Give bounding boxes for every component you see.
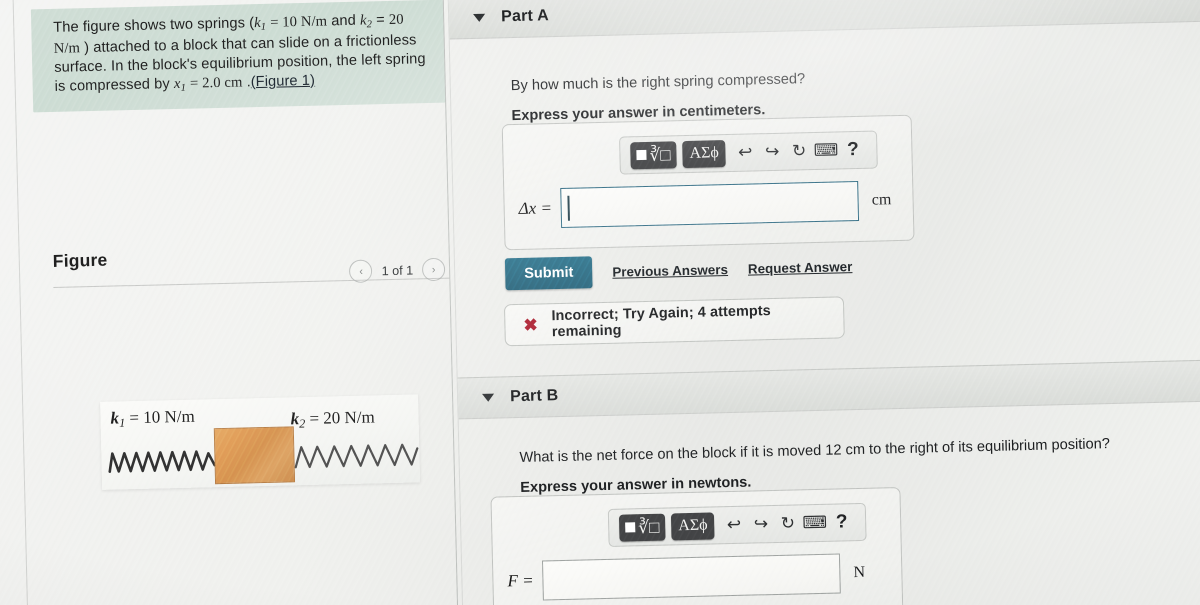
k1-label: k1 = 10 N/m — [110, 406, 195, 430]
problem-statement-text: The figure shows two springs (k1 = 10 N/… — [53, 11, 426, 95]
part-b-math-toolbar: ∛□ ΑΣϕ ↩ ↪ ↻ ⌨ ? — [607, 502, 867, 547]
part-b-header[interactable]: Part B — [457, 359, 1200, 420]
figure-count-label: 1 of 1 — [381, 262, 414, 278]
feedback-message: Incorrect; Try Again; 4 attempts remaini… — [551, 303, 771, 341]
k2-label: k2 = 20 N/m — [290, 407, 375, 431]
chevron-down-icon[interactable] — [473, 13, 486, 22]
part-b-answer-input[interactable] — [542, 553, 841, 601]
figure-header: Figure ‹ 1 of 1 › — [37, 242, 450, 296]
figure-title: Figure — [52, 249, 108, 271]
greek-symbols-button-b[interactable]: ΑΣϕ — [671, 511, 715, 540]
figure-divider — [53, 277, 450, 288]
square-glyph-icon-b — [625, 522, 636, 533]
figure-1-link[interactable]: (Figure 1) — [251, 72, 316, 90]
left-edge-divider — [12, 0, 29, 605]
left-spring-icon — [108, 450, 216, 473]
part-a-header[interactable]: Part A — [448, 0, 1200, 40]
right-spring-icon — [294, 443, 419, 469]
redo-icon[interactable]: ↪ — [758, 138, 786, 166]
help-icon[interactable]: ? — [839, 136, 867, 164]
problem-statement: The figure shows two springs (k1 = 10 N/… — [30, 0, 446, 113]
part-a-question: By how much is the right spring compress… — [510, 71, 806, 95]
template-builder-button-b[interactable]: ∛□ — [618, 513, 666, 542]
nth-root-icon: ∛□ — [649, 144, 671, 165]
square-glyph-icon — [636, 149, 647, 161]
part-b-title: Part B — [509, 387, 559, 406]
request-answer-link[interactable]: Request Answer — [748, 259, 853, 276]
undo-icon[interactable]: ↩ — [732, 139, 760, 167]
part-b-unit-label: N — [853, 563, 866, 582]
part-a-unit-label: cm — [871, 191, 892, 209]
right-panel: Part A By how much is the right spring c… — [448, 0, 1200, 605]
undo-icon-b[interactable]: ↩ — [720, 511, 748, 539]
part-a-answer-card: ∛□ ΑΣϕ ↩ ↪ ↻ ⌨ ? Δx = cm — [501, 114, 915, 251]
part-b-question: What is the net force on the block if it… — [519, 436, 1111, 467]
previous-answers-link[interactable]: Previous Answers — [612, 262, 728, 280]
part-a-math-toolbar: ∛□ ΑΣϕ ↩ ↪ ↻ ⌨ ? — [619, 130, 878, 175]
greek-symbols-button[interactable]: ΑΣϕ — [682, 139, 727, 168]
x-mark-icon: ✖ — [523, 315, 538, 335]
left-panel: The figure shows two springs (k1 = 10 N/… — [12, 0, 458, 605]
chevron-down-icon-b[interactable] — [482, 393, 495, 402]
spring-figure: k1 = 10 N/m k2 = 20 N/m — [100, 394, 421, 490]
keyboard-icon-b[interactable]: ⌨ — [801, 509, 829, 537]
help-icon-b[interactable]: ? — [828, 509, 856, 537]
part-a-title: Part A — [500, 7, 550, 26]
part-a-variable-label: Δx = — [518, 198, 553, 218]
part-a-actions: Submit Previous Answers Request Answer — [504, 250, 853, 291]
text-cursor — [567, 195, 570, 221]
part-b-answer-card: ∛□ ΑΣϕ ↩ ↪ ↻ ⌨ ? F = N — [490, 487, 904, 605]
part-b-answer-row: F = N — [507, 553, 866, 601]
redo-icon-b[interactable]: ↪ — [747, 511, 775, 539]
template-builder-button[interactable]: ∛□ — [630, 140, 677, 169]
part-a-answer-row: Δx = cm — [518, 180, 892, 229]
reset-icon-b[interactable]: ↻ — [774, 510, 802, 538]
part-b-variable-label: F = — [507, 570, 534, 591]
keyboard-icon[interactable]: ⌨ — [812, 137, 840, 165]
screenshot-root: The figure shows two springs (k1 = 10 N/… — [0, 0, 1200, 605]
sliding-block — [213, 426, 296, 485]
part-a-feedback-banner: ✖ Incorrect; Try Again; 4 attempts remai… — [503, 296, 845, 347]
part-a-answer-input[interactable] — [560, 180, 860, 228]
page-content: The figure shows two springs (k1 = 10 N/… — [0, 0, 1200, 605]
submit-button[interactable]: Submit — [504, 256, 593, 291]
reset-icon[interactable]: ↻ — [785, 138, 813, 166]
nth-root-icon-b: ∛□ — [637, 517, 660, 537]
